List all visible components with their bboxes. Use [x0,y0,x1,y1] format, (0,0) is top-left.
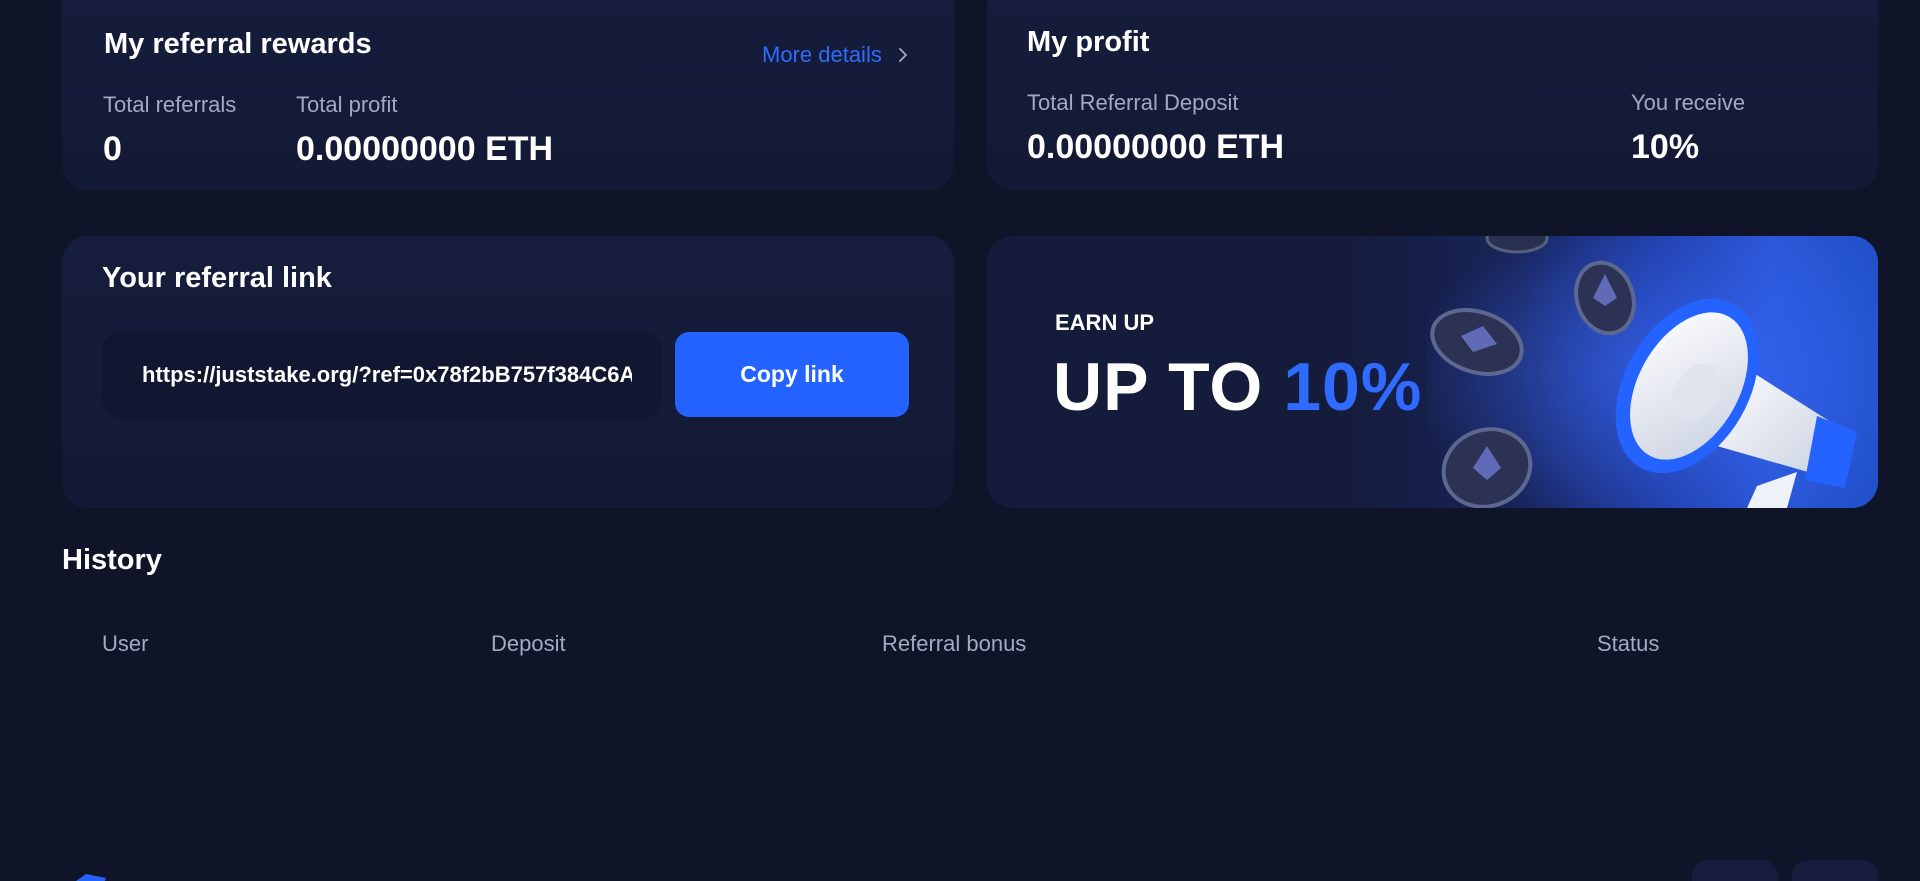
total-referrals-label: Total referrals [103,92,237,117]
column-header-deposit[interactable]: Deposit [491,631,566,657]
banner-illustration [1427,236,1878,508]
banner-headline: UP TO 10% [1053,348,1422,426]
referral-link-url[interactable]: https://juststake.org/?ref=0x78f2bB757f3… [142,362,632,388]
eth-coin-icon [1485,236,1549,254]
you-receive-value: 10% [1631,128,1700,166]
more-details-link[interactable]: More details [762,42,910,68]
my-profit-title: My profit [1027,26,1150,58]
earn-banner: EARN UP UP TO 10% [987,236,1878,508]
referral-rewards-title: My referral rewards [104,28,372,60]
referral-deposit-label: Total Referral Deposit [1027,90,1239,115]
total-referrals-value: 0 [103,130,122,168]
history-title: History [62,544,162,576]
my-profit-card: My profit Total Referral Deposit 0.00000… [987,0,1878,190]
column-header-referral-bonus[interactable]: Referral bonus [882,631,1026,657]
referral-page: My referral rewards More details Total r… [0,0,1920,881]
banner-headline-prefix: UP TO [1053,349,1284,425]
referral-link-title: Your referral link [102,262,332,294]
total-profit-label: Total profit [296,92,398,117]
banner-subtitle: EARN UP [1055,310,1155,335]
referral-deposit-value: 0.00000000 ETH [1027,128,1285,166]
chevron-right-icon [898,48,907,62]
footer-button[interactable] [1692,860,1778,881]
footer-logo-icon[interactable] [62,868,110,881]
banner-headline-accent: 10% [1283,349,1423,425]
column-header-status[interactable]: Status [1597,631,1659,657]
column-header-user[interactable]: User [102,631,148,657]
referral-rewards-card: My referral rewards More details Total r… [62,0,954,190]
total-profit-value: 0.00000000 ETH [296,130,554,168]
you-receive-label: You receive [1631,90,1746,115]
copy-link-button[interactable]: Copy link [675,332,909,417]
footer-button[interactable] [1792,860,1878,881]
referral-link-card: Your referral link https://juststake.org… [62,236,954,508]
more-details-label: More details [762,42,882,67]
referral-link-field[interactable]: https://juststake.org/?ref=0x78f2bB757f3… [102,332,662,418]
